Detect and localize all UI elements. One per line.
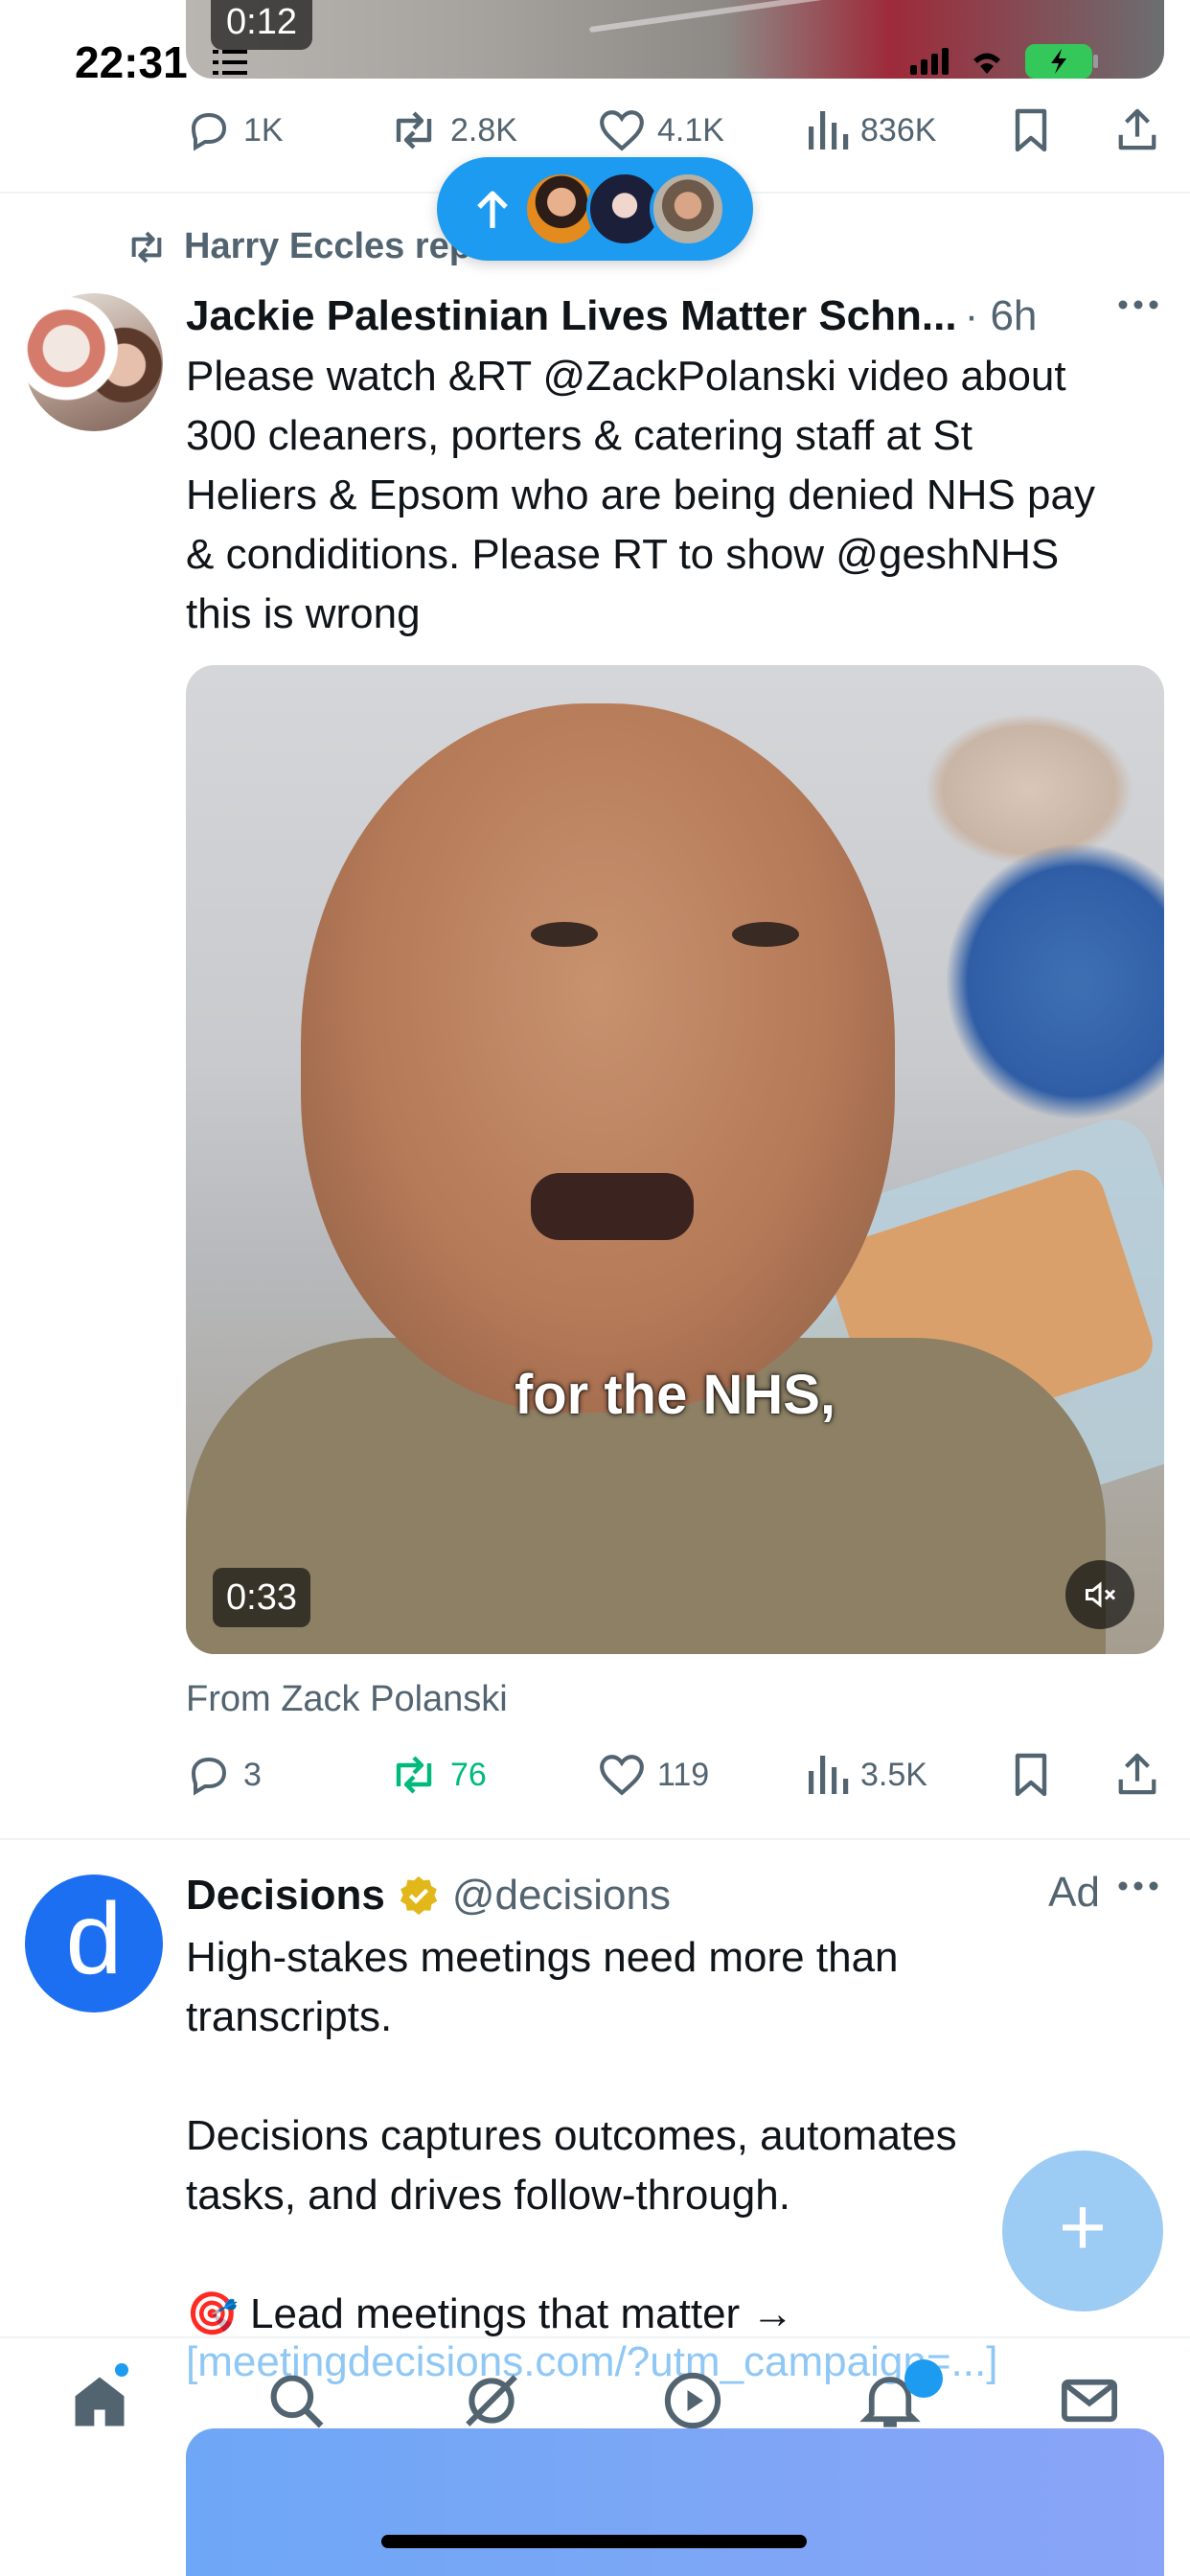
new-posts-pill[interactable] — [437, 157, 753, 261]
battery-icon — [1025, 44, 1100, 79]
view-count: 836K — [860, 111, 937, 149]
home-indicator — [381, 2535, 807, 2548]
reply-icon — [191, 1757, 227, 1796]
compose-button[interactable]: + — [1002, 2150, 1163, 2312]
messages-icon[interactable] — [1058, 2369, 1121, 2432]
share-icon — [1118, 1753, 1156, 1795]
prev-repost-button[interactable]: 2.8K — [389, 107, 517, 153]
repost-icon — [396, 1756, 432, 1794]
home-icon[interactable] — [67, 2369, 132, 2434]
status-bar-time: 22:31 — [75, 37, 188, 87]
tweet-text: Please watch &RT @ZackPolanski video abo… — [186, 347, 1163, 644]
share-icon — [1118, 108, 1156, 150]
status-indicators — [910, 44, 1100, 79]
avatar — [650, 171, 726, 247]
views-icon — [809, 1756, 849, 1794]
reply-count: 3 — [243, 1756, 262, 1793]
prev-bookmark-button[interactable] — [1012, 107, 1050, 153]
notification-badge — [904, 2359, 943, 2398]
plus-icon: + — [1058, 2181, 1108, 2273]
more-icon[interactable] — [1117, 299, 1159, 310]
prev-views-button[interactable]: 836K — [807, 107, 936, 153]
tweet-text-line: High-stakes meetings need more than — [186, 1934, 899, 1981]
video-icon[interactable] — [661, 2369, 724, 2432]
repost-count: 2.8K — [450, 111, 517, 149]
repost-icon — [396, 111, 432, 150]
more-icon[interactable] — [1117, 1880, 1159, 1892]
views-button[interactable]: 3.5K — [807, 1752, 927, 1798]
repost-button[interactable]: 76 — [389, 1752, 487, 1798]
promo-card[interactable] — [186, 2428, 1164, 2576]
verified-badge-icon — [400, 1875, 438, 1916]
wifi-icon — [968, 47, 1006, 76]
reply-icon — [191, 112, 227, 151]
search-icon[interactable] — [264, 2369, 328, 2432]
like-count: 4.1K — [657, 111, 724, 149]
tweet-text-line: Heliers & Epsom who are being denied NHS… — [186, 472, 1095, 518]
video-source[interactable]: From Zack Polanski — [186, 1679, 508, 1720]
arrow-up-icon — [477, 191, 508, 228]
like-count: 119 — [657, 1756, 710, 1793]
share-button[interactable] — [1115, 1750, 1159, 1798]
tweet-video[interactable]: for the NHS, 0:33 — [186, 665, 1164, 1654]
tweet-text-line: 300 cleaners, porters & catering staff a… — [186, 412, 973, 459]
author-name[interactable]: Decisions — [186, 1872, 385, 1920]
tweet-text-line — [186, 2047, 1163, 2106]
bookmark-button[interactable] — [1012, 1752, 1050, 1798]
ad-label: Ad — [1048, 1869, 1100, 1916]
prev-reply-button[interactable]: 1K — [186, 107, 284, 153]
avatar[interactable]: d — [25, 1874, 163, 2012]
tweet-text-line: & condiditions. Please RT to show @geshN… — [186, 531, 1060, 578]
tweet-text-line: this is wrong — [186, 590, 421, 637]
author-handle[interactable]: @decisions — [452, 1872, 671, 1920]
grok-icon[interactable] — [460, 2369, 523, 2432]
tweet-text-line: Please watch &RT @ZackPolanski video abo… — [186, 353, 1066, 400]
heart-icon — [600, 110, 644, 151]
speaker-muted-icon — [1086, 1581, 1116, 1608]
tweet-timestamp[interactable]: · 6h — [965, 292, 1038, 340]
tweet-header: Decisions @decisions Ad — [186, 1867, 1163, 1924]
mute-button[interactable] — [1065, 1560, 1134, 1629]
view-count: 3.5K — [860, 1756, 927, 1793]
bookmark-icon — [1015, 108, 1047, 152]
video-caption: for the NHS, — [514, 1364, 836, 1426]
heart-icon — [600, 1755, 644, 1796]
prev-like-button[interactable]: 4.1K — [598, 107, 724, 153]
video-duration: 0:33 — [213, 1568, 310, 1627]
signal-icon — [910, 48, 949, 75]
avatar[interactable] — [25, 293, 163, 431]
tweet-divider — [0, 1838, 1190, 1840]
tweet-header: Jackie Palestinian Lives Matter Schn... … — [186, 288, 1163, 345]
bookmark-icon — [1015, 1753, 1047, 1797]
repost-icon — [131, 231, 162, 263]
views-icon — [809, 111, 849, 150]
previous-video-duration: 0:12 — [211, 0, 312, 50]
tweet-text-line: transcripts. — [186, 1993, 393, 2040]
prev-share-button[interactable] — [1115, 105, 1159, 153]
reply-button[interactable]: 3 — [186, 1752, 262, 1798]
status-list-icon — [213, 48, 249, 77]
like-button[interactable]: 119 — [598, 1752, 709, 1798]
reply-count: 1K — [243, 111, 284, 149]
author-name[interactable]: Jackie Palestinian Lives Matter Schn... — [186, 292, 957, 340]
repost-count: 76 — [450, 1756, 487, 1793]
